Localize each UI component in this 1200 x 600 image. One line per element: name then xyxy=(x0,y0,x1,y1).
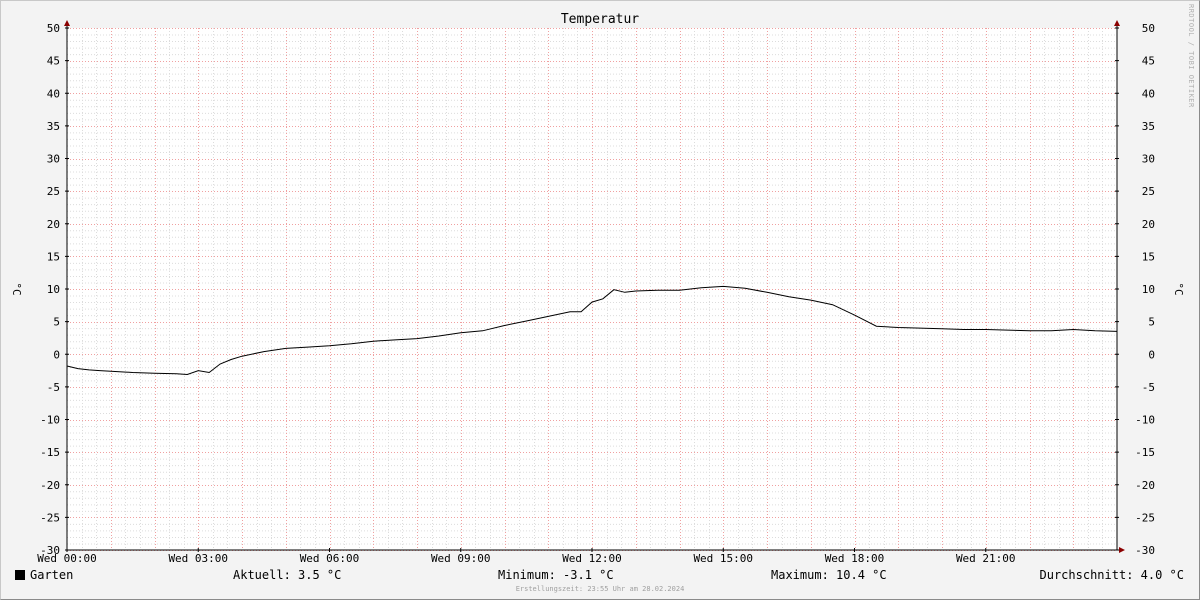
x-tick-label: Wed 00:00 xyxy=(37,552,97,565)
y-tick-label-right: 20 xyxy=(1142,218,1155,231)
y-tick-label-left: -5 xyxy=(47,381,60,394)
y-tick-label-left: -25 xyxy=(40,511,60,524)
y-tick-label-left: -20 xyxy=(40,479,60,492)
y-tick-label-right: -5 xyxy=(1142,381,1155,394)
y-tick-label-right: 10 xyxy=(1142,283,1155,296)
y-tick-label-right: -20 xyxy=(1135,479,1155,492)
y-tick-label-right: 35 xyxy=(1142,120,1155,133)
legend-maximum: Maximum: 10.4 °C xyxy=(771,568,887,582)
chart-title: Temperatur xyxy=(561,12,639,27)
x-tick-label: Wed 03:00 xyxy=(168,552,228,565)
y-axis-label-left: °C xyxy=(10,282,23,295)
y-tick-label-right: -10 xyxy=(1135,414,1155,427)
y-tick-label-left: 20 xyxy=(47,218,60,231)
x-tick-label: Wed 15:00 xyxy=(693,552,753,565)
y-tick-label-left: 25 xyxy=(47,185,60,198)
y-tick-label-right: 30 xyxy=(1142,153,1155,166)
x-tick-label: Wed 21:00 xyxy=(956,552,1016,565)
x-tick-label: Wed 18:00 xyxy=(825,552,885,565)
legend-minimum: Minimum: -3.1 °C xyxy=(498,568,614,582)
y-tick-label-left: 40 xyxy=(47,87,60,100)
y-axis-left-arrow xyxy=(64,20,70,26)
y-tick-label-right: 15 xyxy=(1142,250,1155,263)
x-axis-arrow xyxy=(1119,547,1125,553)
y-tick-label-left: 15 xyxy=(47,250,60,263)
legend-current: Aktuell: 3.5 °C xyxy=(233,568,342,582)
y-axis-right-arrow xyxy=(1114,20,1120,26)
y-tick-label-right: -30 xyxy=(1135,544,1155,557)
y-tick-label-left: 45 xyxy=(47,55,60,68)
y-tick-label-left: 35 xyxy=(47,120,60,133)
x-tick-label: Wed 06:00 xyxy=(300,552,360,565)
y-tick-label-right: 25 xyxy=(1142,185,1155,198)
y-axis-label-right: °C xyxy=(1172,282,1185,295)
y-tick-label-right: 0 xyxy=(1148,348,1155,361)
x-tick-label: Wed 09:00 xyxy=(431,552,491,565)
x-tick-label: Wed 12:00 xyxy=(562,552,622,565)
legend-swatch xyxy=(15,570,25,580)
y-tick-label-left: -10 xyxy=(40,414,60,427)
y-tick-label-left: 30 xyxy=(47,153,60,166)
creation-time: Erstellungszeit: 23:55 Uhr am 28.02.2024 xyxy=(515,585,685,593)
y-tick-label-right: -25 xyxy=(1135,511,1155,524)
y-tick-label-left: 50 xyxy=(47,22,60,35)
y-tick-label-right: 5 xyxy=(1148,316,1155,329)
y-tick-label-right: 50 xyxy=(1142,22,1155,35)
legend-series: Garten xyxy=(15,568,73,582)
y-tick-label-left: 5 xyxy=(53,316,60,329)
y-axis-left: 50454035302520151050-5-10-15-20-25-30 xyxy=(40,22,69,557)
y-tick-label-left: 0 xyxy=(53,348,60,361)
y-tick-label-right: -15 xyxy=(1135,446,1155,459)
y-tick-label-right: 45 xyxy=(1142,55,1155,68)
y-tick-label-right: 40 xyxy=(1142,87,1155,100)
y-tick-label-left: -15 xyxy=(40,446,60,459)
y-axis-right: 50454035302520151050-5-10-15-20-25-30 xyxy=(1115,22,1155,557)
legend-average: Durchschnitt: 4.0 °C xyxy=(1039,568,1185,582)
temperature-chart: 50454035302520151050-5-10-15-20-25-30 50… xyxy=(10,12,1185,565)
y-tick-label-left: 10 xyxy=(47,283,60,296)
legend-series-name: Garten xyxy=(30,568,74,582)
watermark: RRDTOOL / TOBI OETIKER xyxy=(1187,4,1195,108)
